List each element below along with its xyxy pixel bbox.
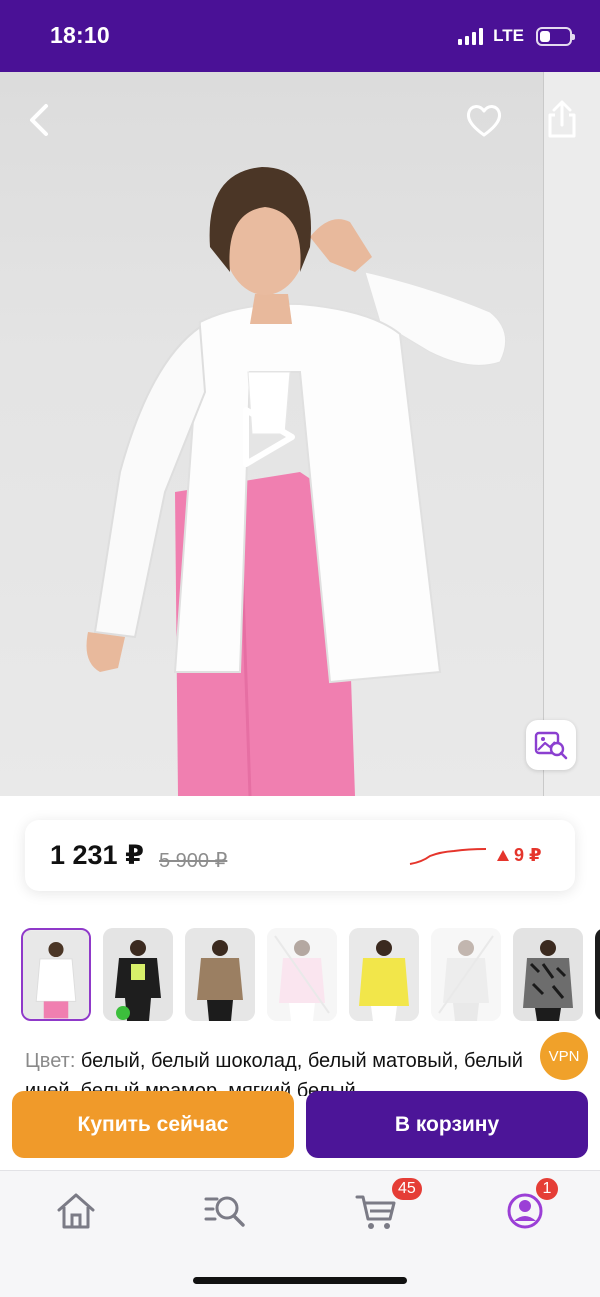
play-video-button[interactable] bbox=[234, 402, 300, 472]
price-history-graph[interactable] bbox=[408, 842, 488, 868]
color-description: Цвет: белый, белый шоколад, белый матовы… bbox=[25, 1046, 545, 1096]
back-button[interactable] bbox=[18, 98, 62, 142]
price-change-value: 9 ₽ bbox=[514, 845, 542, 865]
price-card[interactable]: 1 231 ₽ 5 900 ₽ 9 ₽ bbox=[25, 820, 575, 891]
variant-thumbnail-image bbox=[513, 928, 583, 1021]
nav-home[interactable] bbox=[54, 1189, 98, 1233]
nav-catalog[interactable] bbox=[203, 1189, 247, 1233]
favorite-button[interactable] bbox=[462, 98, 506, 142]
product-photo[interactable] bbox=[0, 72, 600, 796]
variant-thumbnail[interactable] bbox=[185, 928, 255, 1021]
status-indicators: LTE bbox=[458, 26, 575, 46]
variant-thumbnail-image bbox=[595, 928, 600, 1021]
signal-icon bbox=[458, 27, 484, 45]
variant-thumbnail[interactable] bbox=[349, 928, 419, 1021]
battery-icon bbox=[536, 26, 575, 46]
color-label: Цвет: bbox=[25, 1050, 76, 1072]
buy-now-button[interactable]: Купить сейчас bbox=[12, 1091, 294, 1158]
variant-thumbnail-image bbox=[349, 928, 419, 1021]
unavailable-strike-icon bbox=[438, 935, 494, 1014]
network-label: LTE bbox=[493, 26, 524, 45]
share-button[interactable] bbox=[540, 98, 584, 142]
variant-thumbnail[interactable] bbox=[513, 928, 583, 1021]
home-icon bbox=[57, 1193, 95, 1229]
unavailable-strike-icon bbox=[274, 935, 330, 1014]
profile-notification-badge: 1 bbox=[534, 1176, 560, 1202]
product-photo-illustration bbox=[86, 167, 507, 796]
variant-thumbnail-image bbox=[23, 930, 89, 1019]
next-photo-preview[interactable] bbox=[543, 72, 600, 796]
play-icon bbox=[243, 407, 295, 467]
variant-thumbnail-unavailable[interactable] bbox=[431, 928, 501, 1021]
old-price: 5 900 ₽ bbox=[159, 850, 228, 872]
cart-count-badge: 45 bbox=[390, 1176, 424, 1202]
variant-thumbnail[interactable] bbox=[103, 928, 173, 1021]
status-time: 18:10 bbox=[50, 22, 110, 48]
home-indicator[interactable] bbox=[193, 1277, 407, 1284]
image-search-icon bbox=[534, 731, 568, 760]
variant-thumbnail-image bbox=[185, 928, 255, 1021]
chevron-left-icon bbox=[30, 104, 48, 136]
arrow-up-icon bbox=[497, 850, 509, 861]
price-change: 9 ₽ bbox=[497, 845, 542, 866]
variant-thumbnail-unavailable[interactable] bbox=[267, 928, 337, 1021]
battery-level bbox=[540, 30, 550, 42]
variant-thumbnail[interactable] bbox=[595, 928, 600, 1021]
share-icon bbox=[548, 100, 576, 138]
variant-thumbnail-image bbox=[103, 928, 173, 1021]
visual-search-button[interactable] bbox=[526, 720, 576, 770]
color-value: белый, белый шоколад, белый матовый, бел… bbox=[25, 1050, 523, 1096]
catalog-search-icon bbox=[204, 1196, 245, 1227]
heart-icon bbox=[466, 105, 502, 137]
status-bar: 18:10 LTE bbox=[0, 0, 600, 72]
vpn-badge[interactable]: VPN bbox=[540, 1032, 588, 1080]
add-to-cart-button[interactable]: В корзину bbox=[306, 1091, 588, 1158]
current-price: 1 231 ₽ bbox=[50, 840, 144, 870]
variant-thumbnail[interactable] bbox=[21, 928, 91, 1021]
color-variant-thumbnails bbox=[21, 928, 600, 1022]
